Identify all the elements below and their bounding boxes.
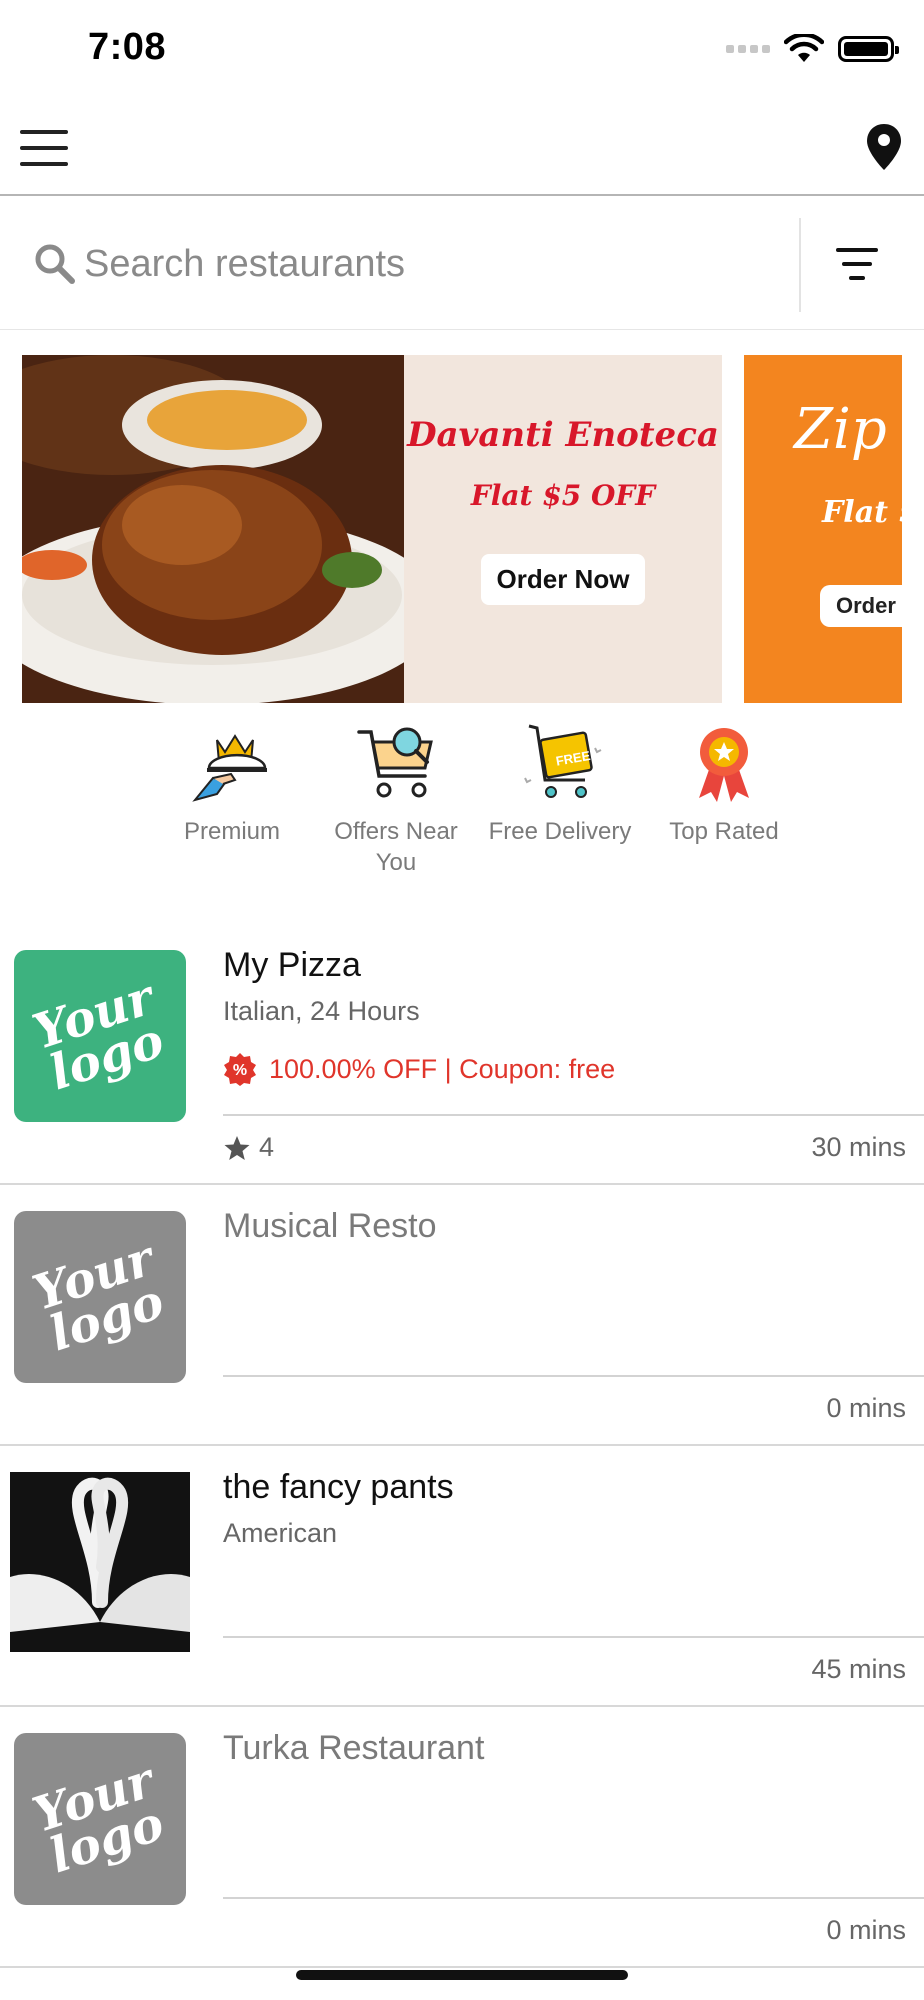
home-indicator[interactable] bbox=[296, 1970, 628, 1980]
battery-icon bbox=[838, 36, 899, 62]
logo-text: Your logo bbox=[26, 1230, 171, 1363]
restaurant-row[interactable]: Your logo My Pizza Italian, 24 Hours % 1… bbox=[0, 924, 924, 1185]
category-free-delivery[interactable]: FREE Free Delivery bbox=[478, 718, 642, 878]
status-icons bbox=[726, 34, 899, 64]
row-divider bbox=[223, 1375, 924, 1377]
restaurant-row[interactable]: the fancy pants American 45 mins bbox=[0, 1446, 924, 1707]
restaurant-cuisine: American bbox=[223, 1518, 338, 1548]
delivery-time: 0 mins bbox=[826, 1915, 906, 1945]
category-top-rated[interactable]: Top Rated bbox=[642, 718, 806, 878]
logo-text: Your logo bbox=[26, 1752, 171, 1885]
search-input[interactable] bbox=[84, 242, 784, 286]
rating-value: 4 bbox=[259, 1132, 275, 1162]
status-bar: 7:08 bbox=[0, 0, 924, 100]
search-field[interactable] bbox=[32, 234, 792, 294]
location-pin-icon[interactable] bbox=[864, 122, 904, 172]
banner-title: Davanti Enoteca bbox=[407, 415, 719, 455]
restaurant-row[interactable]: Your logo Musical Resto 0 mins bbox=[0, 1185, 924, 1446]
promo-banner-zip[interactable]: Zip Flat $ Order bbox=[744, 355, 902, 703]
category-label: Offers Near You bbox=[334, 818, 458, 876]
roast-chicken-image bbox=[22, 355, 404, 703]
shopping-cart-search-icon bbox=[357, 727, 433, 798]
order-now-button[interactable]: Order Now bbox=[480, 554, 646, 605]
row-divider bbox=[223, 1114, 924, 1116]
offer-text: 100.00% OFF | Coupon: free bbox=[269, 1053, 616, 1084]
category-row: Premium Offers Near You FREE Free Delive… bbox=[150, 718, 806, 878]
delivery-time: 45 mins bbox=[811, 1654, 906, 1684]
delivery-time: 30 mins bbox=[811, 1132, 906, 1162]
row-divider bbox=[223, 1636, 924, 1638]
restaurant-cuisine: Italian, 24 Hours bbox=[223, 996, 420, 1026]
logo-text: Your logo bbox=[26, 969, 171, 1102]
banner-offer: Flat $5 OFF bbox=[470, 479, 656, 512]
restaurant-row[interactable]: Your logo Turka Restaurant 0 mins bbox=[0, 1707, 924, 1968]
restaurant-logo: Your logo bbox=[14, 1211, 186, 1383]
wifi-icon bbox=[784, 34, 824, 62]
banner-title: Zip bbox=[794, 397, 887, 462]
status-time: 7:08 bbox=[88, 26, 167, 68]
crown-tray-icon bbox=[192, 734, 267, 802]
restaurant-rating: 4 bbox=[223, 1132, 274, 1163]
award-ribbon-icon bbox=[699, 728, 749, 802]
signal-icon bbox=[726, 45, 770, 53]
restaurant-logo: Your logo bbox=[14, 1733, 186, 1905]
search-icon bbox=[35, 244, 75, 284]
star-icon bbox=[224, 1135, 250, 1160]
restaurant-name: Turka Restaurant bbox=[223, 1729, 485, 1767]
discount-badge-icon: % bbox=[224, 1053, 256, 1086]
app-header bbox=[0, 100, 924, 196]
search-divider bbox=[799, 218, 801, 312]
banner-text-panel: Davanti Enoteca Flat $5 OFF Order Now bbox=[404, 355, 722, 703]
row-divider bbox=[223, 1897, 924, 1899]
restaurant-name: My Pizza bbox=[223, 946, 361, 984]
filter-icon[interactable] bbox=[836, 246, 878, 282]
promo-banner-davanti[interactable]: Davanti Enoteca Flat $5 OFF Order Now bbox=[22, 355, 722, 703]
category-label: Free Delivery bbox=[488, 818, 632, 845]
category-label: Premium bbox=[183, 818, 280, 845]
restaurant-logo: Your logo bbox=[14, 950, 186, 1122]
banner-offer: Flat $ bbox=[822, 495, 902, 530]
svg-text:%: % bbox=[233, 1062, 247, 1079]
free-delivery-cart-icon: FREE bbox=[524, 724, 602, 798]
search-bar bbox=[0, 198, 924, 330]
category-offers-near-you[interactable]: Offers Near You bbox=[314, 718, 478, 878]
hamburger-menu-icon[interactable] bbox=[20, 130, 68, 166]
restaurant-list: Your logo My Pizza Italian, 24 Hours % 1… bbox=[0, 924, 924, 1968]
promo-carousel[interactable]: Davanti Enoteca Flat $5 OFF Order Now Zi… bbox=[0, 355, 924, 703]
order-button[interactable]: Order bbox=[820, 585, 902, 627]
restaurant-name: Musical Resto bbox=[223, 1207, 437, 1245]
delivery-time: 0 mins bbox=[826, 1393, 906, 1423]
restaurant-name: the fancy pants bbox=[223, 1468, 454, 1506]
category-label: Top Rated bbox=[669, 818, 779, 845]
restaurant-offer: % 100.00% OFF | Coupon: free bbox=[223, 1052, 615, 1086]
category-premium[interactable]: Premium bbox=[150, 718, 314, 878]
swan-heart-image bbox=[10, 1472, 190, 1652]
